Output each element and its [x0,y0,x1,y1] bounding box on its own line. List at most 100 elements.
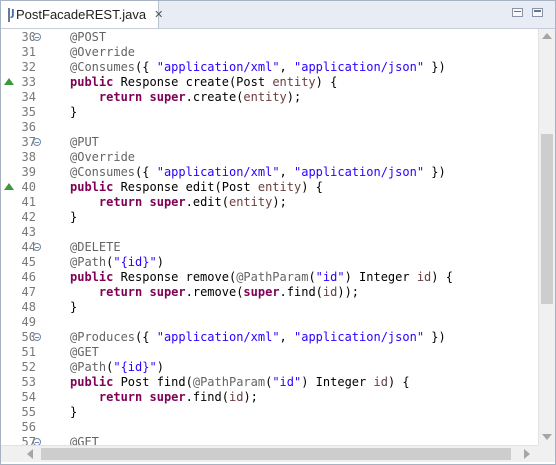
code-line[interactable]: 36 [1,120,538,135]
close-tab-icon[interactable]: ✕ [154,8,163,21]
code-text: @DELETE [70,240,121,254]
code-line[interactable]: 47 return super.remove(super.find(id)); [1,285,538,300]
code-line[interactable]: 34 return super.create(entity); [1,90,538,105]
code-line[interactable]: 33 public Response create(Post entity) { [1,75,538,90]
code-line[interactable]: 57 @GET [1,435,538,445]
code-token: ); [286,90,302,104]
code-token: super [149,195,186,209]
code-token: "{id}" [113,255,157,269]
code-token: public [70,270,114,284]
line-number: 48 [21,300,36,314]
code-line[interactable]: 49 [1,315,538,330]
line-number: 33 [21,75,36,89]
code-line[interactable]: 42} [1,210,538,225]
code-token: return [98,390,143,404]
code-line[interactable]: 46 public Response remove(@PathParam("id"… [1,270,538,285]
code-line[interactable]: 30 @POST [1,30,538,45]
code-token: ) { [301,180,323,194]
code-line[interactable]: 56 [1,420,538,435]
code-token: id [322,285,338,299]
tab-postfacaderest[interactable]: J PostFacadeREST.java ✕ [1,1,163,28]
code-token: @Consumes [70,165,136,179]
vertical-scrollbar[interactable] [538,29,555,445]
line-number: 49 [21,315,36,329]
line-number: 38 [21,150,36,164]
horizontal-scroll-thumb[interactable] [41,448,511,460]
code-line[interactable]: 41 return super.edit(entity); [1,195,538,210]
code-text: @POST [70,30,106,44]
code-text: public Response remove(@PathParam("id") … [70,270,453,284]
code-line[interactable]: 53 public Post find(@PathParam("id") Inte… [1,375,538,390]
code-token: Post find( [113,375,193,389]
code-line[interactable]: 45 @Path("{id}") [1,255,538,270]
line-number: 43 [21,225,36,239]
code-line[interactable]: 38 @Override [1,150,538,165]
code-line[interactable]: 51 @GET [1,345,538,360]
code-token: id [373,375,388,389]
line-number: 42 [21,210,36,224]
vertical-scroll-thumb[interactable] [541,134,553,304]
code-text: @Path("{id}") [70,255,164,269]
line-number: 34 [21,90,36,104]
code-token: "application/json" [294,330,425,344]
scroll-right-arrow-icon[interactable] [524,449,530,459]
code-token: "{id}" [113,360,157,374]
code-line[interactable]: 35} [1,105,538,120]
scroll-left-arrow-icon[interactable] [27,449,33,459]
code-line[interactable]: 40 public Response edit(Post entity) { [1,180,538,195]
tab-title: PostFacadeREST.java [16,7,147,22]
line-number: 51 [21,345,36,359]
java-file-icon: J [8,7,15,22]
line-number: 46 [21,270,36,284]
fold-toggle-icon[interactable] [33,243,41,251]
code-line[interactable]: 48} [1,300,538,315]
code-line[interactable]: 32 @Consumes({ "application/xml", "applic… [1,60,538,75]
code-line[interactable]: 50 @Produces({ "application/xml", "applic… [1,330,538,345]
code-text: return super.create(entity); [70,90,301,104]
code-token: @GET [70,345,99,359]
fold-toggle-icon[interactable] [33,33,41,41]
code-line[interactable]: 39 @Consumes({ "application/xml", "applic… [1,165,538,180]
code-line[interactable]: 43 [1,225,538,240]
override-marker-icon[interactable] [4,78,14,85]
minimize-icon[interactable] [512,8,523,17]
code-token: ) [156,255,164,269]
code-text: @Produces({ "application/xml", "applicat… [70,330,446,344]
code-token: "application/xml" [156,60,280,74]
maximize-icon[interactable] [532,8,543,17]
code-line[interactable]: 37 @PUT [1,135,538,150]
code-line[interactable]: 54 return super.find(id); [1,390,538,405]
fold-toggle-icon[interactable] [33,438,41,445]
code-line[interactable]: 31 @Override [1,45,538,60]
code-text: public Response edit(Post entity) { [70,180,323,194]
fold-toggle-icon[interactable] [33,138,41,146]
scroll-down-arrow-icon[interactable] [542,434,552,440]
code-token: public [70,75,114,89]
horizontal-scrollbar[interactable] [1,445,538,462]
code-token: return [98,285,143,299]
code-token: entity [228,195,273,209]
code-token: .find( [279,285,323,299]
fold-toggle-icon[interactable] [33,333,41,341]
code-token: }) [424,330,446,344]
code-token: Response create(Post [113,75,273,89]
override-marker-icon[interactable] [4,183,14,190]
code-line[interactable]: 52 @Path("{id}") [1,360,538,375]
code-text: public Post find(@PathParam("id") Intege… [70,375,410,389]
code-token: return [98,195,143,209]
code-token: "application/xml" [156,165,280,179]
code-line[interactable]: 44 @DELETE [1,240,538,255]
code-text: } [70,210,77,224]
code-token: @Override [70,150,136,164]
code-text: return super.find(id); [70,390,258,404]
code-token: entity [257,180,302,194]
code-token: public [70,180,114,194]
code-text: } [70,105,77,119]
code-editor[interactable]: 30 @POST 31 @Override 32 @Consumes({ "applica… [1,29,538,445]
code-token: ) { [315,75,338,89]
scroll-up-arrow-icon[interactable] [542,33,552,39]
code-line[interactable]: 55} [1,405,538,420]
code-token: .remove( [185,285,244,299]
